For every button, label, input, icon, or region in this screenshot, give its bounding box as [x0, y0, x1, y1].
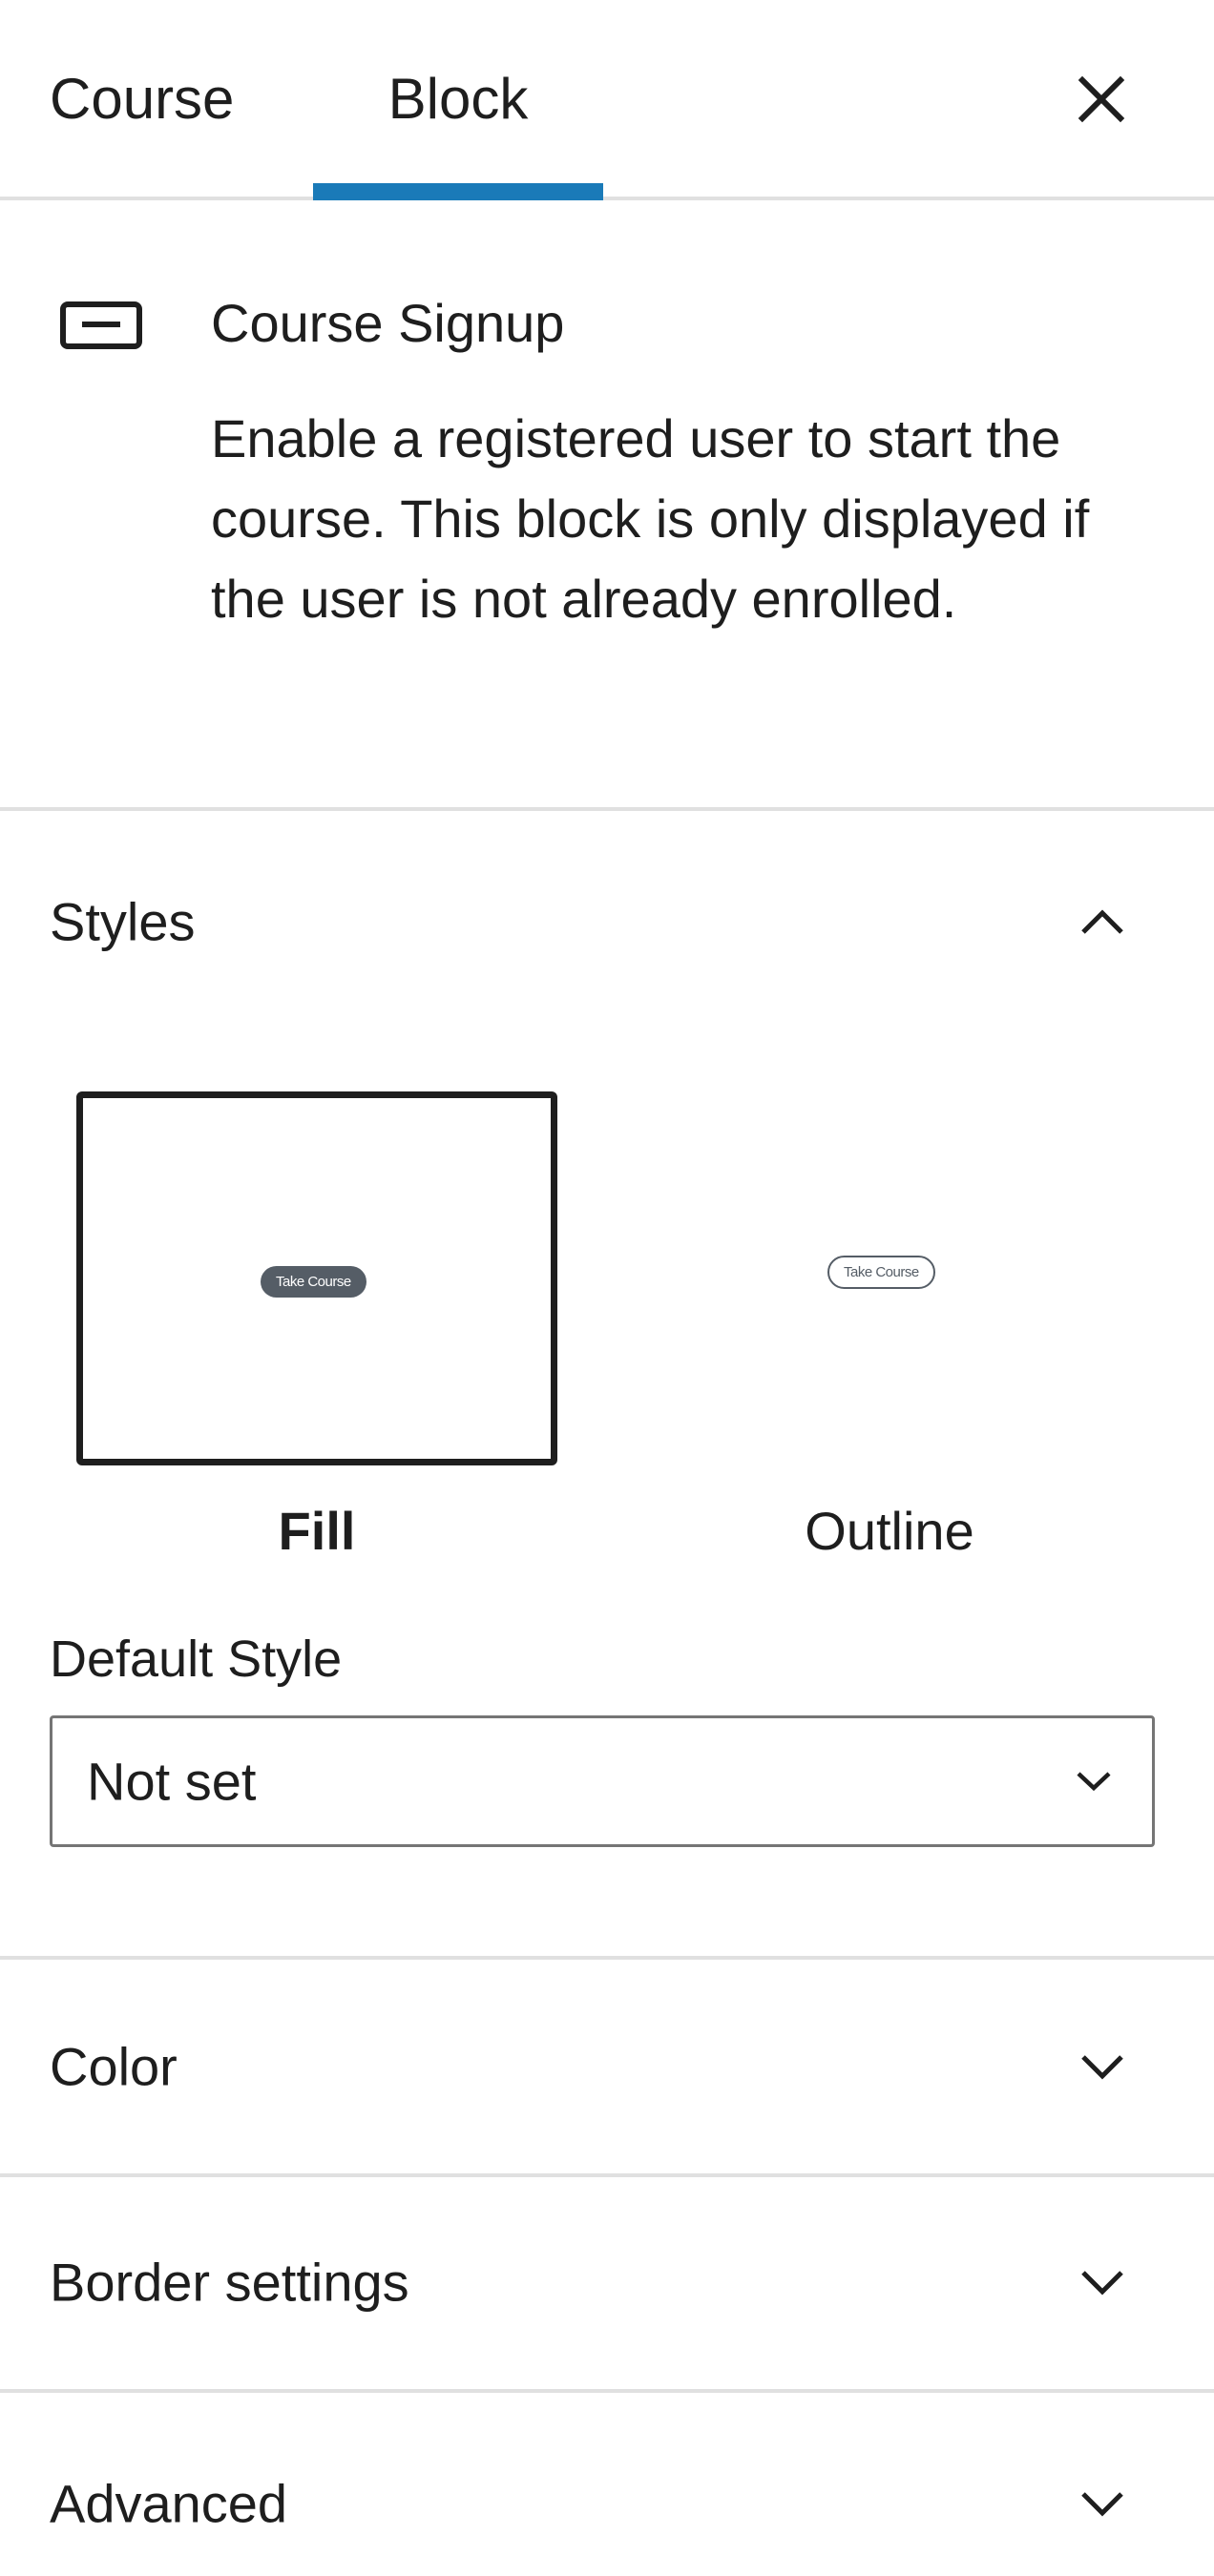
close-icon [1078, 75, 1125, 123]
style-label: Fill [278, 1501, 356, 1561]
tab-course[interactable]: Course [0, 0, 286, 197]
border-settings-panel-title: Border settings [50, 2252, 409, 2313]
sidebar-header: Course Block [0, 0, 1214, 200]
block-card: Course Signup Enable a registered user t… [0, 200, 1214, 811]
color-panel-title: Color [50, 2036, 178, 2097]
style-label: Outline [805, 1501, 974, 1561]
style-preview-outline: Take Course [649, 1091, 1130, 1465]
button-block-icon [60, 301, 142, 349]
styles-panel-toggle[interactable]: Styles [0, 861, 1214, 983]
default-style-label: Default Style [50, 1631, 343, 1688]
tab-block[interactable]: Block [313, 0, 603, 197]
active-tab-indicator [313, 183, 603, 200]
color-panel[interactable]: Color [0, 1960, 1214, 2177]
style-option-outline[interactable]: Take Course Outline [649, 1091, 1130, 1562]
styles-panel-title: Styles [50, 891, 196, 952]
style-option-fill[interactable]: Take Course Fill [76, 1091, 557, 1562]
chevron-up-icon [1069, 888, 1136, 955]
chevron-down-icon [1069, 2033, 1136, 2100]
default-style-value: Not set [87, 1751, 257, 1812]
block-description: Enable a registered user to start the co… [211, 408, 1090, 629]
close-button[interactable] [1059, 57, 1143, 141]
chevron-down-icon [1070, 1757, 1118, 1805]
styles-panel: Styles Take Course Fill Take Course Outl… [0, 811, 1214, 1960]
default-style-select[interactable]: Not set [50, 1715, 1155, 1847]
border-settings-panel[interactable]: Border settings [0, 2175, 1214, 2393]
chevron-down-icon [1069, 2470, 1136, 2537]
chevron-down-icon [1069, 2249, 1136, 2316]
style-preview-fill: Take Course [76, 1091, 557, 1465]
advanced-panel[interactable]: Advanced [0, 2393, 1214, 2576]
block-title: Course Signup [211, 293, 565, 353]
preview-button: Take Course [827, 1256, 935, 1289]
advanced-panel-title: Advanced [50, 2473, 288, 2534]
preview-button: Take Course [261, 1266, 366, 1298]
